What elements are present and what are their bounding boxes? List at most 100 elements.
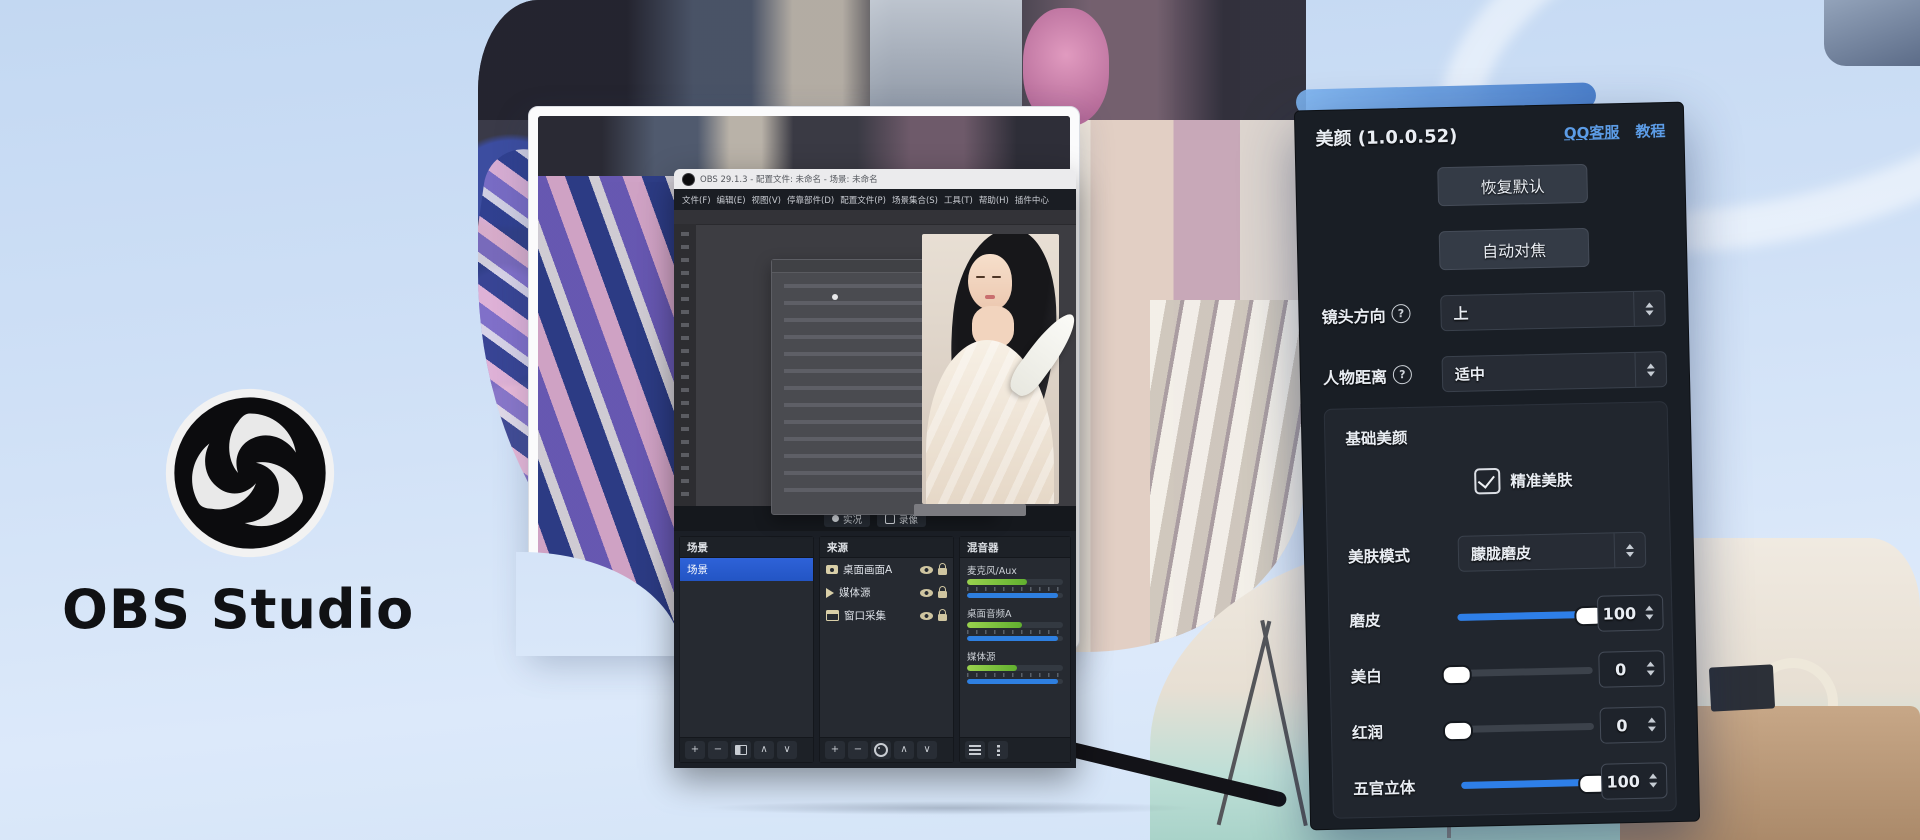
slider-track[interactable] [1460,723,1594,733]
slider-track[interactable] [1457,611,1591,621]
fader-icon [969,745,981,755]
checkbox[interactable] [1474,468,1501,495]
chevron-up-icon [1626,543,1634,548]
skin-mode-select[interactable]: 朦胧磨皮 [1458,532,1647,572]
spin-down-button[interactable] [1645,614,1653,619]
spin-up-button[interactable] [1645,605,1653,610]
source-item[interactable]: 桌面画面A [820,558,953,581]
scene-item-selected[interactable]: 场景 [680,558,813,581]
scene-down-button[interactable]: ∨ [777,741,797,759]
select-chevrons[interactable] [1634,352,1666,387]
obs-title-text: OBS 29.1.3 - 配置文件: 未命名 - 场景: 未命名 [700,173,878,185]
mixer-header: 混音器 [960,537,1070,558]
visibility-eye-icon[interactable] [920,566,933,574]
menu-item-scene-collection[interactable]: 场景集合(S) [892,194,938,206]
chevron-up-icon [1645,302,1653,307]
mixer-channel: 媒体源 [967,649,1063,684]
lock-icon[interactable] [938,591,947,598]
obs-window: OBS 29.1.3 - 配置文件: 未命名 - 场景: 未命名 文件(F) 编… [674,169,1076,768]
visibility-eye-icon[interactable] [920,612,933,620]
checkbox-check-icon [1478,471,1495,489]
menu-item-view[interactable]: 视图(V) [752,194,781,206]
value-spinbox[interactable]: 100 [1597,594,1664,631]
spin-down-button[interactable] [1648,726,1656,731]
corner-photo-fragment [1824,0,1920,66]
mixer-more-button[interactable] [988,741,1008,759]
menu-item-help[interactable]: 帮助(H) [979,194,1009,206]
autofocus-button[interactable]: 自动对焦 [1439,228,1590,270]
chevron-down-icon [1646,310,1654,315]
menu-item-profile[interactable]: 配置文件(P) [840,194,886,206]
select-chevrons[interactable] [1614,533,1646,568]
media-source-icon [826,588,834,598]
mixer-toolbar [960,737,1070,762]
source-up-button[interactable]: ∧ [894,741,914,759]
scene-filters-button[interactable] [731,741,751,759]
whitening-slider-row: 美白 0 [1330,650,1673,694]
scenes-header: 场景 [680,537,813,558]
tutorial-link[interactable]: 教程 [1635,120,1665,142]
volume-slider[interactable] [967,679,1063,684]
spin-up-button[interactable] [1649,773,1657,778]
qq-support-link[interactable]: QQ客服 [1564,121,1620,143]
scenes-dock: 场景 场景 + − ∧ ∨ [679,536,814,763]
camera-direction-select[interactable]: 上 [1440,290,1666,331]
add-source-button[interactable]: + [825,741,845,759]
source-item[interactable]: 媒体源 [820,581,953,604]
reset-defaults-button[interactable]: 恢复默认 [1437,164,1588,206]
menu-item-plugin-center[interactable]: 插件中心 [1015,194,1049,206]
editor-options-bar [674,210,1076,225]
value-spinbox[interactable]: 100 [1601,762,1668,799]
kebab-menu-icon [997,745,1000,756]
person-distance-select[interactable]: 适中 [1441,351,1667,392]
lock-icon[interactable] [938,568,947,575]
slider-handle[interactable] [1442,665,1472,686]
menu-item-edit[interactable]: 编辑(E) [717,194,746,206]
spin-down-button[interactable] [1647,670,1655,675]
chevron-down-icon [1647,371,1655,376]
slider-track[interactable] [1461,779,1595,789]
live-dot-icon [832,515,839,522]
sources-dock: 来源 桌面画面A 媒体源 [819,536,954,763]
meter-ticks [967,673,1063,677]
stand-shadow [600,798,1300,818]
visibility-eye-icon[interactable] [920,589,933,597]
source-item[interactable]: 窗口采集 [820,604,953,627]
menu-item-file[interactable]: 文件(F) [682,194,711,206]
value-spinbox[interactable]: 0 [1600,706,1667,743]
source-down-button[interactable]: ∨ [917,741,937,759]
question-circle-icon[interactable]: ? [1393,365,1412,384]
question-circle-icon[interactable]: ? [1391,304,1410,323]
menu-item-docks[interactable]: 停靠部件(D) [787,194,834,206]
portrait-face [968,254,1012,310]
chevron-up-icon [1647,363,1655,368]
precise-skin-checkbox-row: 精准美肤 [1474,466,1573,494]
obs-menubar: 文件(F) 编辑(E) 视图(V) 停靠部件(D) 配置文件(P) 场景集合(S… [674,189,1076,210]
volume-slider[interactable] [967,593,1063,598]
scene-up-button[interactable]: ∧ [754,741,774,759]
app-title: OBS Studio [62,578,442,641]
skin-mode-row: 美肤模式 朦胧磨皮 [1328,530,1671,574]
meter-ticks [967,630,1063,634]
slider-handle[interactable] [1443,721,1473,742]
mixer-settings-button[interactable] [965,741,985,759]
slider-track[interactable] [1459,667,1593,677]
chevron-down-icon [1626,551,1634,556]
lock-icon[interactable] [938,614,947,621]
source-properties-button[interactable] [871,741,891,759]
add-scene-button[interactable]: + [685,741,705,759]
remove-source-button[interactable]: − [848,741,868,759]
remove-scene-button[interactable]: − [708,741,728,759]
spin-up-button[interactable] [1648,717,1656,722]
obs-titlebar[interactable]: OBS 29.1.3 - 配置文件: 未命名 - 场景: 未命名 [674,169,1076,189]
volume-slider[interactable] [967,636,1063,641]
menu-item-tools[interactable]: 工具(T) [944,194,973,206]
spin-up-button[interactable] [1646,661,1654,666]
meter-ticks [967,587,1063,591]
preview-editor-area [674,210,1076,506]
smoothing-slider-row: 磨皮 100 [1329,594,1672,638]
select-chevrons[interactable] [1633,291,1665,326]
value-spinbox[interactable]: 0 [1598,650,1665,687]
page: OBS Studio OBS 29.1.3 - 配置文件: 未命名 - 场景: … [0,0,1920,840]
spin-down-button[interactable] [1649,782,1657,787]
